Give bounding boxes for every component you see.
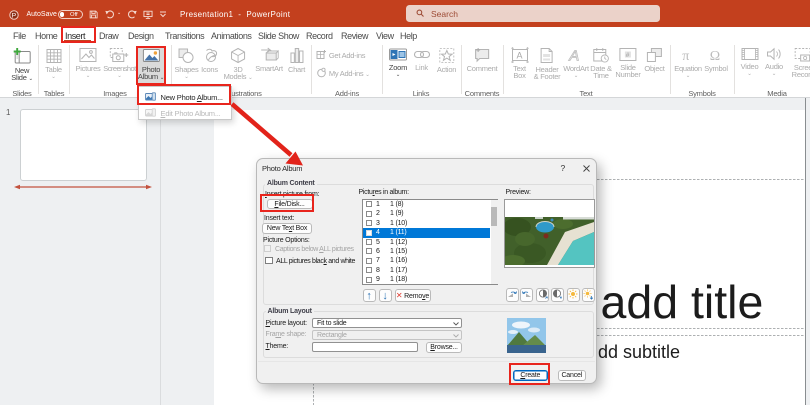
- svg-text:Ω: Ω: [710, 49, 720, 63]
- svg-text:A: A: [568, 48, 579, 64]
- svg-text:P: P: [11, 12, 16, 19]
- svg-text:A: A: [516, 51, 522, 61]
- svg-text:π: π: [682, 49, 689, 63]
